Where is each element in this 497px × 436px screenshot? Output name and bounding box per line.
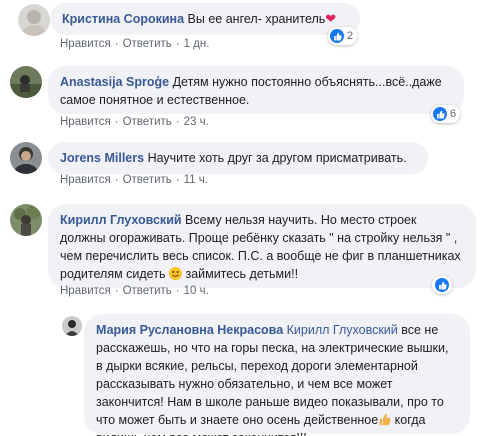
like-link[interactable]: Нравится <box>60 116 111 128</box>
avatar[interactable] <box>62 316 82 336</box>
comment-text: Научите хоть друг за другом присматриват… <box>147 151 407 165</box>
comment-bubble: Кристина Сорокина Вы ее ангел- хранитель… <box>50 3 360 35</box>
comment-text: Вы ее ангел- хранитель <box>187 12 326 26</box>
reaction-count: 2 <box>347 30 354 42</box>
comment-text: все не расскажешь, но что на горы песка,… <box>96 323 449 427</box>
smile-emoji-icon <box>168 267 182 280</box>
avatar[interactable] <box>18 4 50 36</box>
comment-author[interactable]: Jorens Millers <box>60 151 144 165</box>
like-icon <box>433 107 447 121</box>
like-icon <box>330 29 344 43</box>
comment-time[interactable]: 23 ч. <box>184 116 209 128</box>
reaction-summary[interactable]: 6 <box>431 105 461 123</box>
like-link[interactable]: Нравится <box>60 38 111 50</box>
heart-emoji-icon: ❤ <box>325 11 337 26</box>
reaction-summary[interactable]: 2 <box>328 27 358 45</box>
comment-bubble: Кирилл Глуховский Всему нельзя научить. … <box>48 204 476 288</box>
comment-bubble: Jorens Millers Научите хоть друг за друг… <box>48 142 428 174</box>
reply: Мария Руслановна Некрасова Кирилл Глухов… <box>0 310 497 436</box>
reply-link[interactable]: Ответить <box>123 38 172 50</box>
reply-link[interactable]: Ответить <box>123 285 172 297</box>
reply-link[interactable]: Ответить <box>123 116 172 128</box>
comment-time[interactable]: 11 ч. <box>184 174 208 186</box>
comment-author[interactable]: Anastasija Sproģe <box>60 75 169 89</box>
comment-text: займитесь детьми!! <box>185 267 299 281</box>
reply-link[interactable]: Ответить <box>123 174 172 186</box>
comment: Anastasija Sproģe Детям нужно постоянно … <box>0 60 497 132</box>
reaction-summary[interactable] <box>432 276 452 294</box>
comment: Кристина Сорокина Вы ее ангел- хранитель… <box>0 0 497 56</box>
comment-actions: Нравится · Ответить · 11 ч. <box>60 174 208 186</box>
comment-bubble: Anastasija Sproģe Детям нужно постоянно … <box>48 66 464 114</box>
comment-author[interactable]: Кирилл Глуховский <box>60 213 182 227</box>
mention-link[interactable]: Кирилл Глуховский <box>287 323 398 337</box>
like-icon <box>435 278 449 292</box>
comment-time[interactable]: 10 ч. <box>184 285 209 297</box>
comment-actions: Нравится · Ответить · 23 ч. <box>60 116 209 128</box>
comment: Jorens Millers Научите хоть друг за друг… <box>0 138 497 194</box>
comment-actions: Нравится · Ответить · 1 дн. <box>60 38 210 50</box>
comment-author[interactable]: Кристина Сорокина <box>62 12 184 26</box>
like-link[interactable]: Нравится <box>60 285 111 297</box>
avatar[interactable] <box>10 204 42 236</box>
like-link[interactable]: Нравится <box>60 174 111 186</box>
reaction-count: 6 <box>450 108 457 120</box>
comment-author[interactable]: Мария Руслановна Некрасова <box>96 323 283 337</box>
comment: Кирилл Глуховский Всему нельзя научить. … <box>0 200 497 304</box>
comment-time[interactable]: 1 дн. <box>184 38 210 50</box>
thumbs-up-emoji-icon <box>378 413 391 426</box>
comment-actions: Нравится · Ответить · 10 ч. <box>60 285 209 297</box>
comment-bubble: Мария Руслановна Некрасова Кирилл Глухов… <box>84 314 470 436</box>
avatar[interactable] <box>10 66 42 98</box>
avatar[interactable] <box>10 142 42 174</box>
